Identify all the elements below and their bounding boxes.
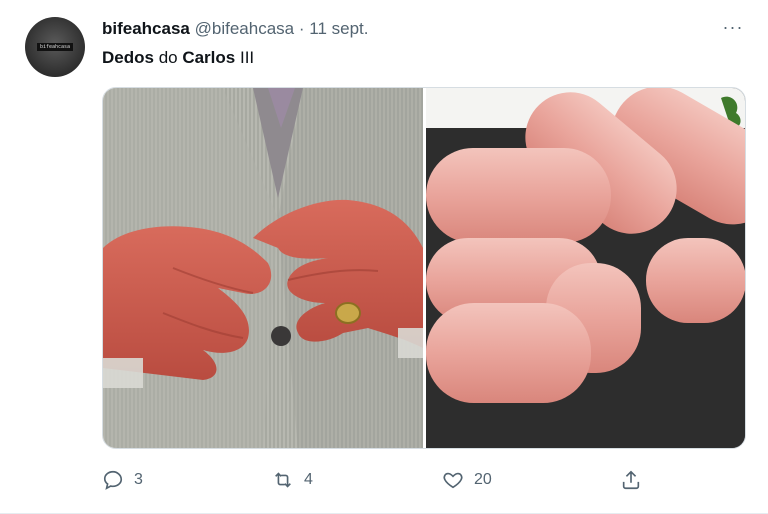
share-icon bbox=[622, 470, 640, 490]
share-button[interactable] bbox=[620, 466, 642, 494]
like-icon bbox=[443, 472, 463, 489]
tweet-text-bold-2: Carlos bbox=[182, 48, 236, 67]
tweet[interactable]: bifeahcasa bifeahcasa @bifeahcasa · 11 s… bbox=[0, 0, 768, 514]
tweet-text-span-1: do bbox=[153, 48, 183, 67]
sausages-illustration bbox=[425, 88, 745, 448]
media-image-hands[interactable] bbox=[103, 88, 423, 448]
hands-illustration bbox=[103, 88, 423, 448]
tweet-media[interactable] bbox=[102, 87, 746, 449]
like-count: 20 bbox=[474, 471, 492, 488]
media-image-sausages[interactable] bbox=[425, 88, 745, 448]
avatar-label: bifeahcasa bbox=[37, 43, 73, 51]
reply-button[interactable]: 3 bbox=[102, 466, 143, 494]
tweet-text: Dedos do Carlos III bbox=[102, 48, 254, 68]
retweet-button[interactable]: 4 bbox=[272, 466, 313, 494]
retweet-count: 4 bbox=[304, 471, 313, 488]
author-handle[interactable]: @bifeahcasa bbox=[195, 19, 295, 38]
like-button[interactable]: 20 bbox=[442, 466, 492, 494]
retweet-icon bbox=[275, 472, 291, 488]
separator: · bbox=[298, 19, 305, 38]
tweet-actions: 3 4 20 bbox=[102, 466, 662, 494]
tweet-date[interactable]: 11 sept. bbox=[309, 19, 368, 38]
more-icon[interactable]: ··· bbox=[722, 18, 744, 36]
avatar[interactable]: bifeahcasa bbox=[25, 17, 85, 77]
tweet-text-bold-1: Dedos bbox=[102, 48, 154, 67]
tweet-text-span-2: III bbox=[235, 48, 255, 67]
reply-count: 3 bbox=[134, 471, 143, 488]
reply-icon bbox=[103, 470, 123, 490]
tweet-header: bifeahcasa @bifeahcasa · 11 sept. bbox=[102, 19, 369, 43]
author-name[interactable]: bifeahcasa bbox=[102, 19, 190, 38]
